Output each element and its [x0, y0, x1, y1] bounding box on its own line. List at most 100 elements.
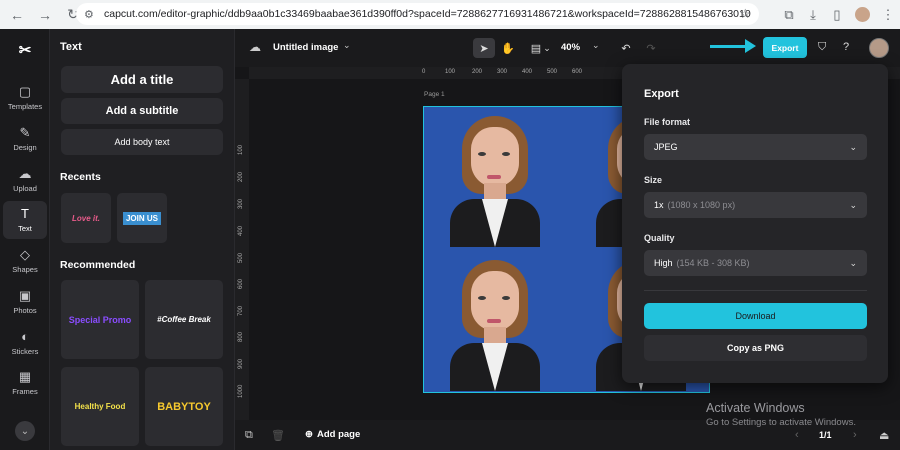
- design-icon: ✎: [19, 125, 31, 140]
- quality-detail: (154 KB - 308 KB): [676, 258, 750, 268]
- ruler-label: 600: [238, 278, 244, 289]
- recommended-healthy-food[interactable]: Healthy Food: [61, 367, 139, 446]
- quality-select[interactable]: High (154 KB - 308 KB) ⌄: [644, 250, 867, 276]
- chevron-down-icon: ⌄: [849, 199, 857, 210]
- rail-item-photos[interactable]: ▣ Photos: [3, 283, 47, 321]
- collapse-icon[interactable]: ⌄: [15, 421, 35, 441]
- rail-item-templates[interactable]: ▢ Templates: [3, 79, 47, 117]
- ruler-label: 900: [238, 358, 244, 369]
- ruler-label: 200: [472, 69, 483, 75]
- page-count: 1/1: [819, 430, 832, 440]
- quality-value: High: [654, 258, 673, 268]
- ruler-label: 0: [422, 69, 426, 75]
- zoom-level[interactable]: 40%: [561, 42, 580, 53]
- chevron-down-icon: ⌄: [849, 257, 857, 268]
- recommended-babytoy[interactable]: BABYTOY: [145, 367, 223, 446]
- ruler-label: 400: [238, 225, 244, 236]
- ruler-label: 700: [238, 305, 244, 316]
- templates-icon: ▢: [18, 84, 32, 99]
- ruler-label: 500: [238, 252, 244, 263]
- panel-title: Text: [60, 41, 82, 53]
- undo-icon[interactable]: ↶: [615, 38, 637, 58]
- chevron-down-icon[interactable]: ⌄: [592, 40, 600, 51]
- chevron-down-icon[interactable]: ⌄: [343, 40, 351, 51]
- add-body-text-button[interactable]: Add body text: [61, 129, 223, 155]
- portrait-photo[interactable]: [424, 107, 564, 247]
- prev-page-icon[interactable]: ‹: [795, 429, 799, 441]
- shapes-icon: ◇: [20, 247, 30, 262]
- ruler-label: 300: [238, 198, 244, 209]
- hand-tool-icon[interactable]: ✋: [497, 38, 519, 58]
- size-value: 1x: [654, 200, 664, 210]
- bookmark-star-icon[interactable]: ☆: [739, 6, 751, 22]
- add-page-button[interactable]: ⊕ Add page: [305, 429, 360, 440]
- trash-icon[interactable]: 🗑: [271, 429, 285, 442]
- upload-icon: ☁: [18, 166, 32, 181]
- download-icon[interactable]: ⤓: [801, 7, 825, 23]
- rail-label: Stickers: [11, 347, 39, 356]
- export-panel-title: Export: [644, 88, 679, 100]
- text-panel: Text Add a title Add a subtitle Add body…: [50, 29, 235, 450]
- document-title[interactable]: Untitled image: [273, 42, 338, 53]
- recent-love-it[interactable]: Love it.: [61, 193, 111, 243]
- chevron-down-icon[interactable]: ⌄: [541, 38, 553, 58]
- layers-icon[interactable]: ⧉: [245, 429, 253, 442]
- user-avatar[interactable]: [869, 38, 889, 58]
- expand-icon[interactable]: ⏏: [879, 429, 889, 442]
- browser-menu-icon[interactable]: ⋮: [876, 7, 900, 23]
- rail-label: Upload: [13, 184, 37, 193]
- activate-windows-subtitle: Go to Settings to activate Windows.: [706, 417, 856, 428]
- recommended-special-promo[interactable]: Special Promo: [61, 280, 139, 359]
- back-icon[interactable]: ←: [6, 4, 28, 26]
- recents-title: Recents: [60, 171, 101, 183]
- recommended-coffee-break[interactable]: #Coffee Break: [145, 280, 223, 359]
- download-button[interactable]: Download: [644, 303, 867, 329]
- next-page-icon[interactable]: ›: [853, 429, 857, 441]
- site-info-icon[interactable]: ⚙: [84, 8, 98, 21]
- url-text: capcut.com/editor-graphic/ddb9aa0b1c3346…: [104, 8, 751, 20]
- rail-item-frames[interactable]: ▦ Frames: [3, 364, 47, 402]
- help-icon[interactable]: ?: [843, 41, 849, 53]
- portrait-photo[interactable]: [424, 251, 564, 391]
- recent-join-us[interactable]: JOIN US: [117, 193, 167, 243]
- rail-item-upload[interactable]: ☁ Upload: [3, 161, 47, 199]
- rail-item-stickers[interactable]: ◐ Stickers: [3, 324, 47, 362]
- capcut-logo[interactable]: ✂: [15, 41, 35, 59]
- ruler-label: 400: [522, 69, 533, 75]
- export-button[interactable]: Export: [763, 37, 807, 58]
- rail-item-shapes[interactable]: ◇ Shapes: [3, 242, 47, 280]
- ruler-label: 200: [238, 171, 244, 182]
- rail-item-text[interactable]: T Text: [3, 201, 47, 239]
- text-icon: T: [21, 206, 29, 221]
- recommended-title: Recommended: [60, 259, 136, 271]
- redo-icon[interactable]: ↷: [640, 38, 662, 58]
- profile-avatar[interactable]: [855, 7, 870, 22]
- add-title-button[interactable]: Add a title: [61, 66, 223, 93]
- rail-label: Text: [18, 224, 32, 233]
- size-select[interactable]: 1x (1080 x 1080 px) ⌄: [644, 192, 867, 218]
- size-detail: (1080 x 1080 px): [667, 200, 736, 210]
- rail-label: Design: [13, 143, 37, 152]
- address-bar[interactable]: ⚙ capcut.com/editor-graphic/ddb9aa0b1c33…: [76, 3, 759, 25]
- add-subtitle-button[interactable]: Add a subtitle: [61, 98, 223, 124]
- file-format-label: File format: [644, 117, 691, 127]
- rail-label: Photos: [13, 306, 37, 315]
- shield-icon[interactable]: ⛉: [818, 41, 826, 54]
- side-panel-icon[interactable]: ▯: [825, 7, 849, 23]
- select-tool-icon[interactable]: ➤: [473, 38, 495, 58]
- page-label: Page 1: [424, 91, 445, 98]
- left-rail: ✂ ▢ Templates ✎ Design ☁ Upload T Text ◇…: [0, 29, 50, 450]
- copy-as-png-button[interactable]: Copy as PNG: [644, 335, 867, 361]
- ruler-label: 800: [238, 331, 244, 342]
- frames-icon: ▦: [18, 369, 32, 384]
- join-us-text: JOIN US: [122, 211, 161, 225]
- activate-windows-title: Activate Windows: [706, 401, 805, 415]
- forward-icon[interactable]: →: [34, 4, 56, 26]
- export-panel: Export File format JPEG ⌄ Size 1x (1080 …: [622, 64, 888, 383]
- rail-item-design[interactable]: ✎ Design: [3, 120, 47, 158]
- cloud-icon: ☁: [249, 40, 261, 54]
- extensions-icon[interactable]: ⧉: [777, 7, 801, 23]
- file-format-select[interactable]: JPEG ⌄: [644, 134, 867, 160]
- editor-toolbar: ☁ Untitled image ⌄ ➤ ✋ ▤ ⌄ 40% ⌄ ↶ ↷ Exp…: [235, 29, 900, 67]
- quality-label: Quality: [644, 233, 675, 243]
